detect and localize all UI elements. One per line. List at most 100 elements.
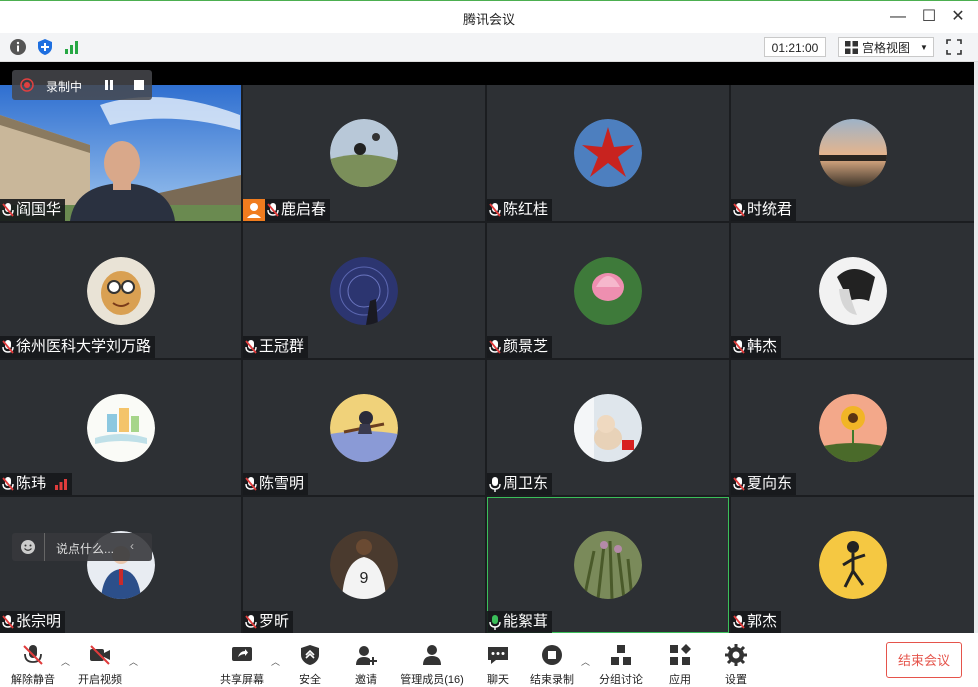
breakout-icon <box>611 645 631 665</box>
mic-muted-icon <box>245 477 257 491</box>
video-tile-7[interactable]: 韩杰 <box>731 223 974 358</box>
video-tile-11[interactable]: 夏向东 <box>731 360 974 495</box>
participant-name: 陈雪明 <box>259 475 305 492</box>
mic-muted-icon <box>733 340 745 354</box>
avatar <box>818 531 887 599</box>
manage-members-button[interactable]: 管理成员(16) <box>396 633 468 687</box>
video-tile-10[interactable]: 周卫东 <box>487 360 729 495</box>
view-mode-dropdown[interactable]: 宫格视图 ▼ <box>838 37 934 57</box>
mic-muted-icon <box>267 203 279 217</box>
video-tile-5[interactable]: 王冠群 <box>243 223 485 358</box>
mic-on-icon <box>489 477 501 492</box>
video-tile-2[interactable]: 陈红桂 <box>487 85 729 221</box>
mic-muted-icon <box>733 615 745 629</box>
avatar <box>86 393 155 462</box>
share-screen-icon <box>232 647 252 661</box>
breakout-rooms-button[interactable]: 分组讨论 <box>596 633 646 687</box>
mic-muted-icon <box>489 340 501 354</box>
settings-label: 设置 <box>725 674 747 686</box>
members-icon <box>423 645 441 665</box>
weak-signal-icon <box>55 479 68 490</box>
participant-namebar: 时统君 <box>731 199 797 221</box>
participant-name: 陈玮 <box>16 475 47 492</box>
svg-text:9: 9 <box>360 570 369 587</box>
grid-view-icon <box>845 41 858 54</box>
video-tile-8[interactable]: 陈玮 <box>0 360 241 495</box>
participant-name: 阎国华 <box>16 201 62 218</box>
maximize-button[interactable]: ☐ <box>919 7 939 27</box>
unmute-button[interactable]: 解除静音 <box>8 633 58 687</box>
settings-button[interactable]: 设置 <box>716 633 756 687</box>
video-tile-9[interactable]: 陈雪明 <box>243 360 485 495</box>
fullscreen-icon[interactable] <box>945 38 963 56</box>
invite-label: 邀请 <box>355 674 377 686</box>
apps-button[interactable]: 应用 <box>660 633 700 687</box>
avatar <box>330 393 398 462</box>
avatar <box>574 256 642 325</box>
quick-chat-input[interactable]: 说点什么... ‹ <box>12 533 152 561</box>
chevron-up-icon[interactable]: ︿ <box>271 655 280 668</box>
close-button[interactable]: ✕ <box>948 7 968 27</box>
apps-icon <box>670 644 691 665</box>
security-label: 安全 <box>299 674 321 686</box>
participant-namebar: 韩杰 <box>731 336 782 358</box>
end-meeting-button[interactable]: 结束会议 <box>886 642 962 678</box>
mic-muted-icon <box>2 615 14 629</box>
manage-members-label: 管理成员(16) <box>400 674 464 686</box>
minimize-button[interactable]: — <box>888 7 908 27</box>
chat-button[interactable]: 聊天 <box>478 633 518 687</box>
chevron-down-icon: ▼ <box>920 43 928 52</box>
mic-speaking-icon <box>489 615 501 630</box>
video-tile-4[interactable]: 徐州医科大学刘万路 <box>0 223 241 358</box>
start-video-button[interactable]: 开启视频 <box>74 633 126 687</box>
participant-name: 鹿启春 <box>281 201 327 218</box>
pause-icon[interactable] <box>102 78 116 92</box>
avatar <box>818 119 887 187</box>
view-mode-label: 宫格视图 <box>862 41 911 55</box>
end-recording-button[interactable]: 结束录制 <box>526 633 578 687</box>
participant-namebar: 鹿启春 <box>243 199 331 221</box>
invite-button[interactable]: 邀请 <box>346 633 386 687</box>
video-tile-15[interactable]: 郭杰 <box>731 497 974 633</box>
avatar <box>330 119 398 187</box>
avatar <box>86 256 155 325</box>
signal-icon[interactable] <box>63 38 81 56</box>
unmute-label: 解除静音 <box>11 674 55 686</box>
participant-namebar: 陈玮 <box>0 473 73 495</box>
participant-namebar: 颜景芝 <box>487 336 553 358</box>
participant-name: 张宗明 <box>16 613 62 630</box>
video-tile-0[interactable]: 阎国华 <box>0 85 241 221</box>
video-tile-14-active-speaker[interactable]: 能絮茸 <box>487 497 729 633</box>
collapse-icon[interactable]: ‹ <box>130 539 134 553</box>
video-tile-3[interactable]: 时统君 <box>731 85 974 221</box>
video-tile-6[interactable]: 颜景芝 <box>487 223 729 358</box>
video-tile-1[interactable]: 鹿启春 <box>243 85 485 221</box>
participant-namebar: 罗昕 <box>243 611 294 633</box>
participant-name: 韩杰 <box>747 338 778 355</box>
chevron-up-icon[interactable]: ︿ <box>61 655 70 668</box>
video-tile-13[interactable]: 9 罗昕 <box>243 497 485 633</box>
chevron-up-icon[interactable]: ︿ <box>581 655 590 668</box>
participant-namebar: 阎国华 <box>0 199 66 221</box>
emoji-icon[interactable] <box>20 539 36 555</box>
recording-indicator: 录制中 <box>12 70 152 100</box>
shield-icon[interactable] <box>36 38 54 56</box>
security-button[interactable]: 安全 <box>290 633 330 687</box>
gear-icon <box>725 644 747 666</box>
shield-icon <box>301 645 319 665</box>
stop-icon[interactable] <box>132 78 146 92</box>
participant-namebar: 陈雪明 <box>243 473 309 495</box>
avatar <box>818 393 887 462</box>
chevron-up-icon[interactable]: ︿ <box>129 655 138 668</box>
participant-name: 周卫东 <box>503 475 549 492</box>
window-title: 腾讯会议 <box>462 12 515 27</box>
mic-muted-icon <box>245 340 257 354</box>
participant-namebar: 陈红桂 <box>487 199 553 221</box>
share-screen-button[interactable]: 共享屏幕 <box>216 633 268 687</box>
participant-name: 徐州医科大学刘万路 <box>16 338 152 355</box>
info-icon[interactable] <box>9 38 27 56</box>
participant-namebar: 周卫东 <box>487 473 553 495</box>
video-tile-12[interactable]: 张宗明 <box>0 497 241 633</box>
participant-namebar: 徐州医科大学刘万路 <box>0 336 156 358</box>
invite-icon <box>356 646 377 665</box>
